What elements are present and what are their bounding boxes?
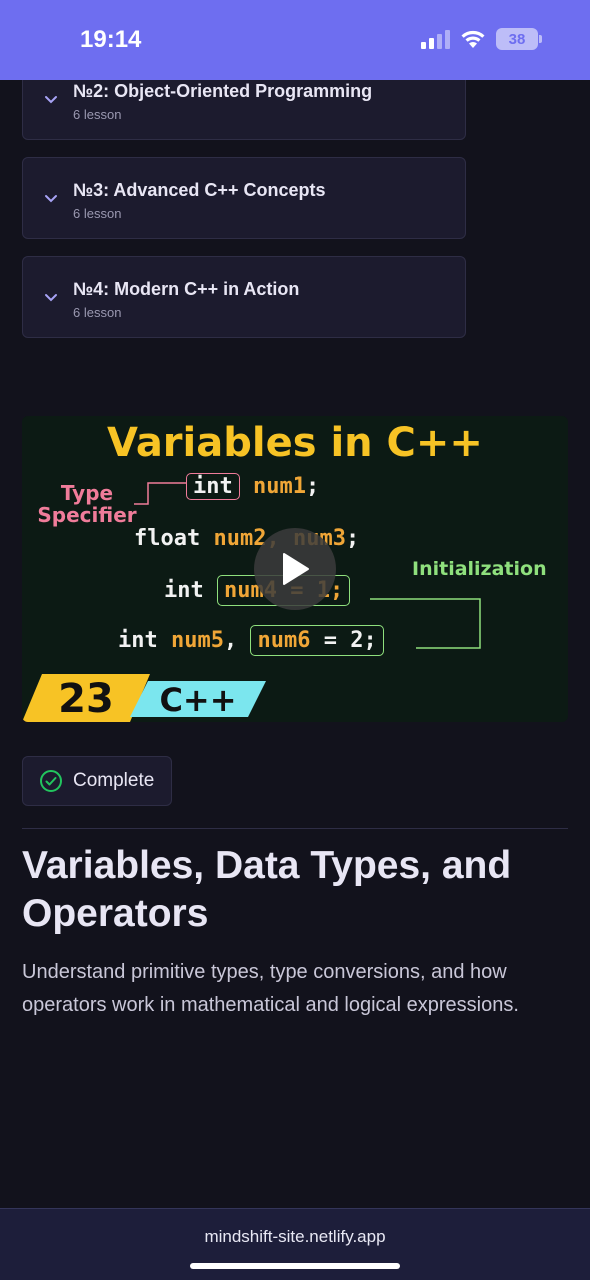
type-keyword: float	[134, 526, 201, 551]
chevron-down-icon	[45, 195, 57, 203]
module-title: №2: Object-Oriented Programming	[73, 81, 373, 101]
code-punct: ;	[345, 526, 360, 551]
status-bar: 19:14 38	[0, 0, 590, 80]
type-specifier-connector	[134, 482, 186, 505]
code-var: num5	[171, 628, 224, 653]
thumbnail-title: Variables in C++	[107, 420, 483, 466]
complete-button-label: Complete	[73, 770, 155, 791]
status-time: 19:14	[80, 26, 142, 53]
divider	[22, 828, 568, 829]
lesson-title: Variables, Data Types, and Operators	[22, 844, 512, 935]
code-rest: = 2;	[310, 628, 377, 653]
chevron-down-icon	[45, 96, 57, 104]
home-indicator[interactable]	[190, 1263, 400, 1269]
type-specifier-label: Type Specifier	[37, 481, 137, 527]
battery-icon: 38	[496, 28, 542, 50]
code-punct: ,	[223, 628, 238, 653]
module-lesson-count: 6 lesson	[73, 305, 122, 320]
code-line-4: int num5, num6 = 2;	[118, 625, 384, 656]
video-player[interactable]: Variables in C++ Type Specifier int num1…	[22, 416, 568, 722]
play-button[interactable]	[254, 528, 336, 610]
type-keyword: int	[164, 578, 204, 603]
episode-number-badge: 23	[22, 674, 150, 722]
initialization-connector	[370, 598, 481, 649]
chevron-down-icon	[45, 294, 57, 302]
check-circle-icon	[40, 770, 62, 792]
initialization-label: Initialization	[412, 558, 547, 580]
module-accordion-4[interactable]: №4: Modern C++ in Action 6 lesson	[22, 256, 466, 338]
play-icon	[283, 553, 309, 585]
module-title: №4: Modern C++ in Action	[73, 279, 300, 299]
complete-button[interactable]: Complete	[22, 756, 172, 806]
init-box: num6 = 2;	[250, 625, 384, 656]
code-punct: ;	[305, 474, 320, 499]
url-text[interactable]: mindshift-site.netlify.app	[0, 1227, 590, 1247]
type-keyword: int	[118, 628, 158, 653]
browser-address-bar[interactable]: mindshift-site.netlify.app	[0, 1208, 590, 1280]
module-lesson-count: 6 lesson	[73, 107, 122, 122]
module-accordion-3[interactable]: №3: Advanced C++ Concepts 6 lesson	[22, 157, 466, 239]
code-line-1: int num1;	[186, 473, 320, 500]
lesson-description: Understand primitive types, type convers…	[22, 961, 519, 1016]
module-lesson-count: 6 lesson	[73, 206, 122, 221]
language-badge: C++	[130, 681, 266, 717]
type-keyword: int	[186, 473, 240, 500]
status-icons: 38	[421, 28, 542, 50]
code-var: num6	[257, 628, 311, 653]
cellular-signal-icon	[421, 29, 450, 49]
module-title: №3: Advanced C++ Concepts	[73, 180, 326, 200]
wifi-icon	[461, 30, 485, 48]
code-var: num1	[253, 474, 306, 499]
